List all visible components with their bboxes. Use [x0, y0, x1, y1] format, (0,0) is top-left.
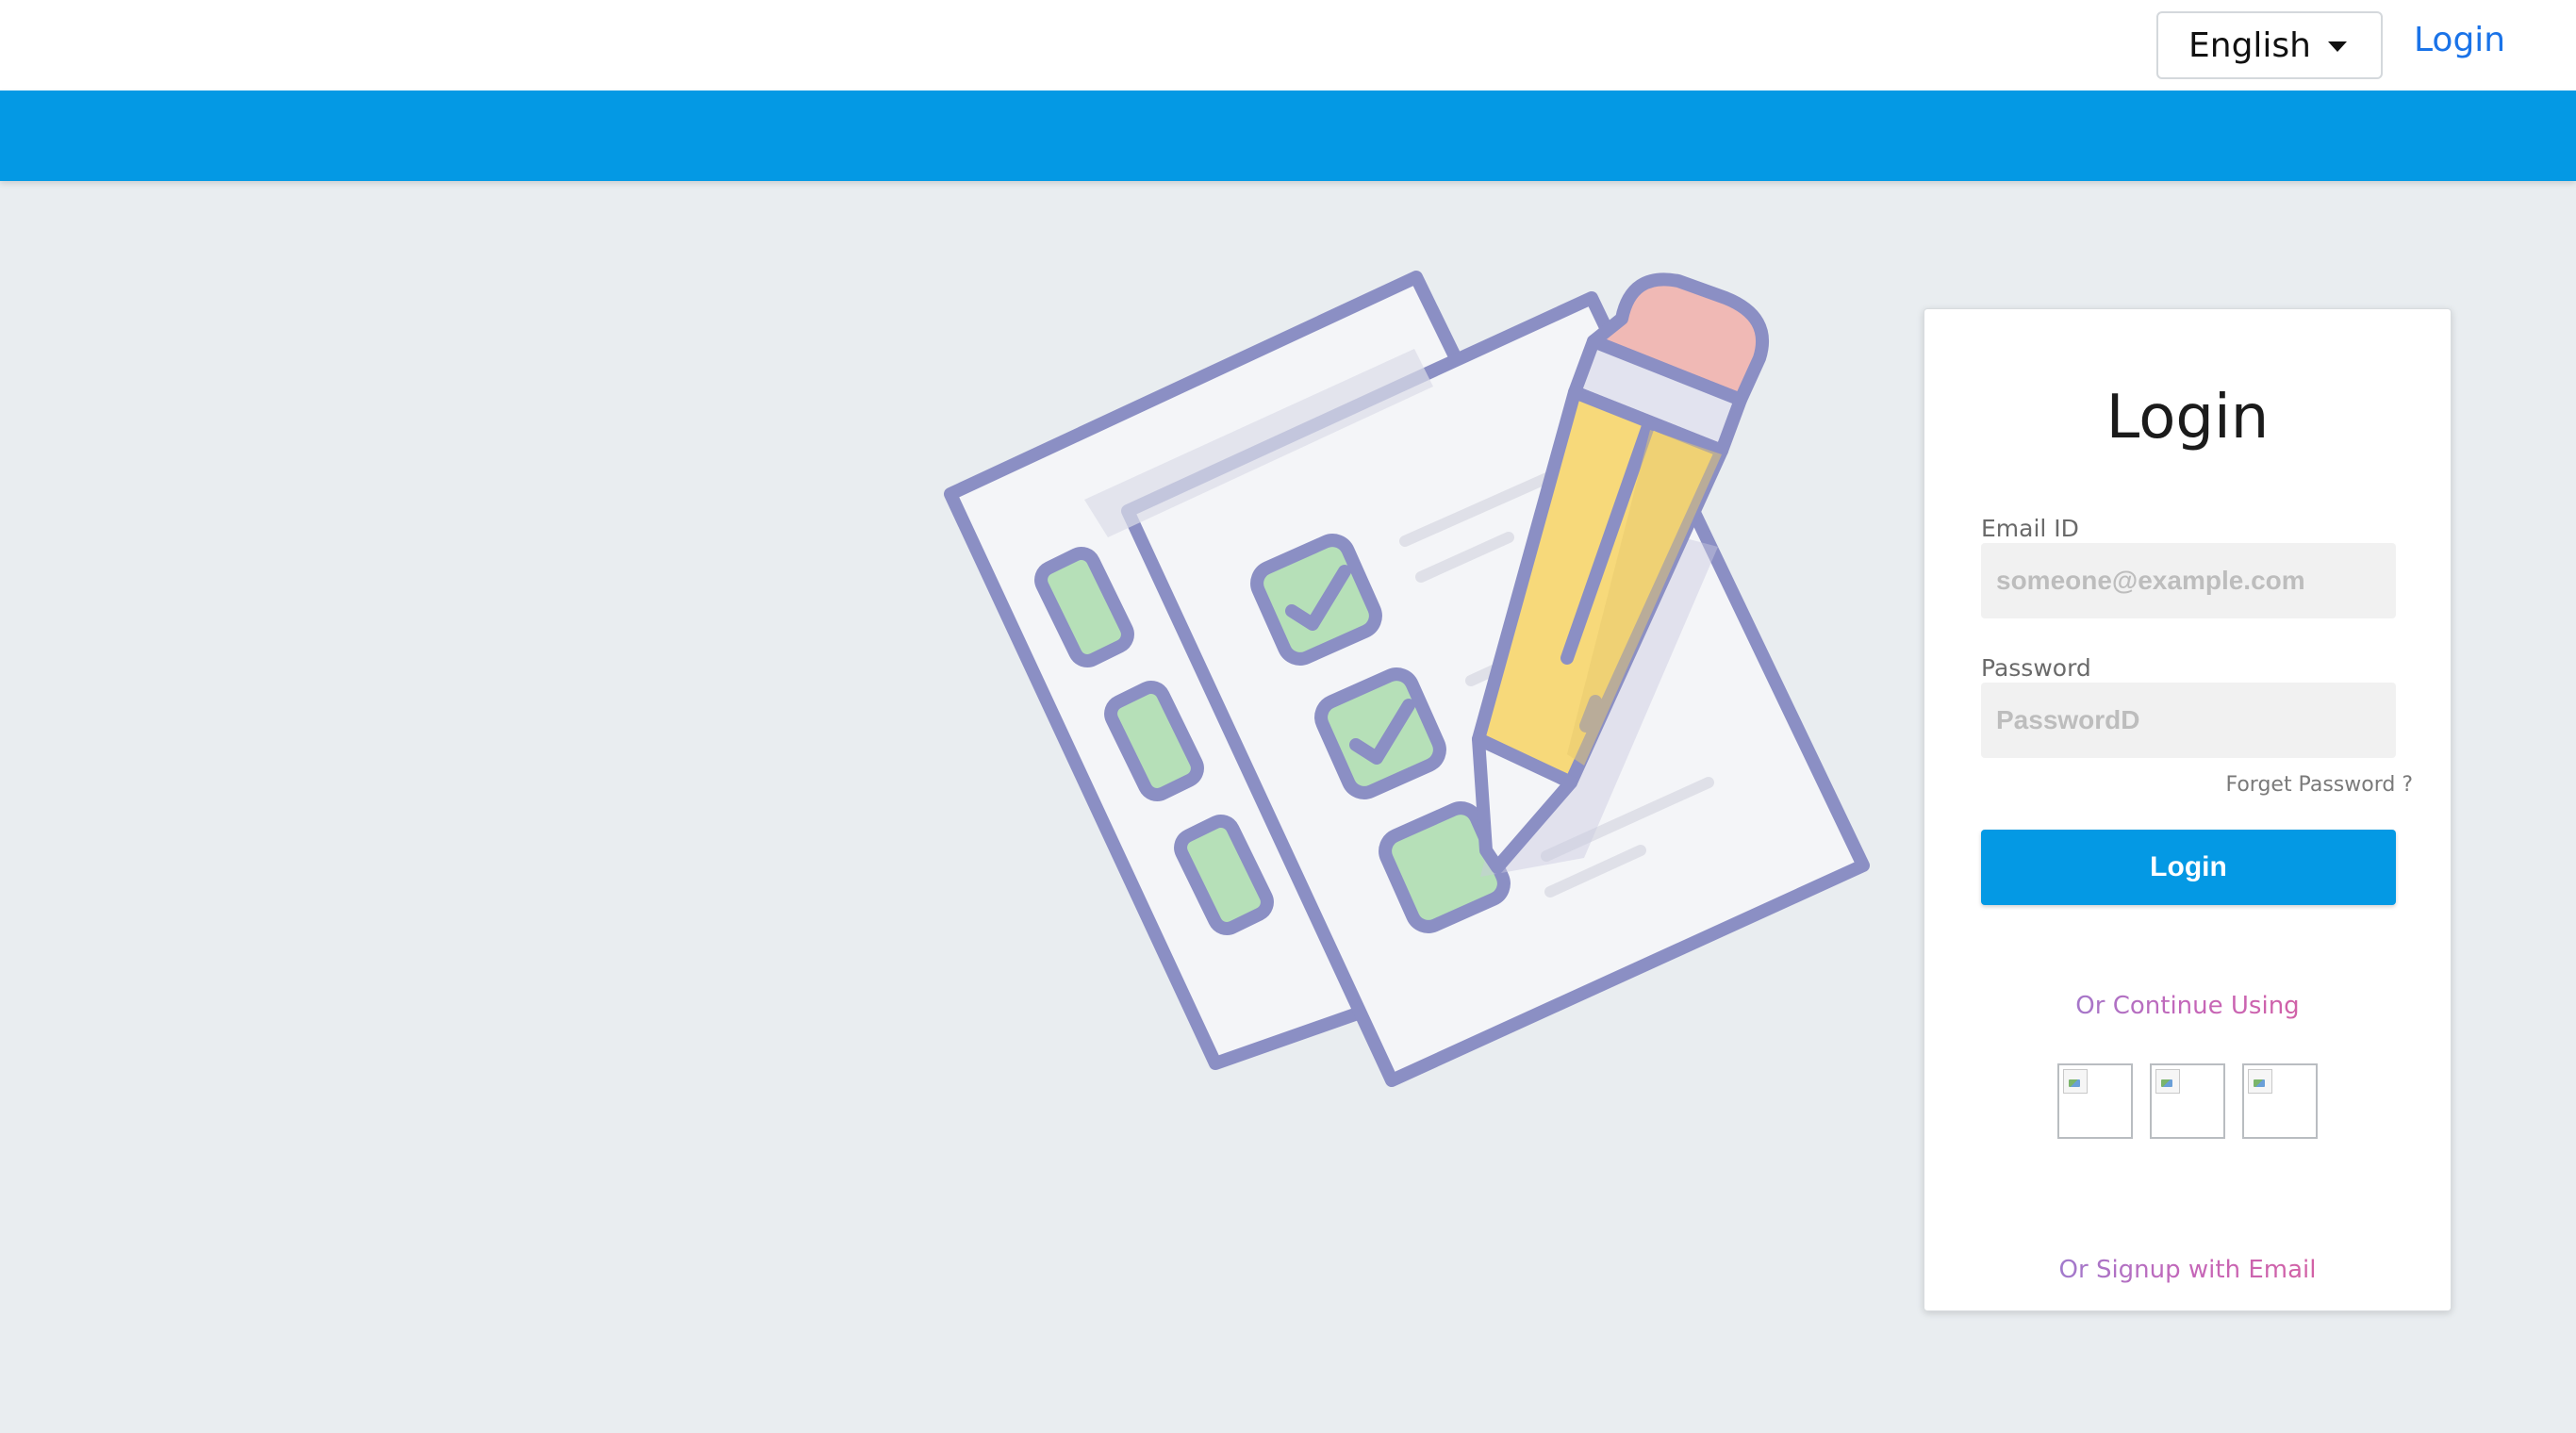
social-login-row: [1924, 1063, 2451, 1139]
header-login-link[interactable]: Login: [2414, 21, 2505, 68]
social-login-button-1[interactable]: [2057, 1063, 2133, 1139]
language-selected: English: [2188, 25, 2311, 65]
broken-image-icon: [2248, 1069, 2272, 1094]
social-login-button-3[interactable]: [2242, 1063, 2318, 1139]
email-field[interactable]: [1981, 543, 2396, 618]
language-dropdown[interactable]: English: [2156, 11, 2383, 79]
broken-image-icon: [2155, 1069, 2180, 1094]
login-title: Login: [2105, 383, 2270, 453]
forget-password-link[interactable]: Forget Password ?: [2225, 773, 2413, 797]
login-button[interactable]: Login: [1981, 830, 2396, 905]
brand-bar: [0, 91, 2576, 181]
signup-email-link[interactable]: Or Signup with Email: [1924, 1256, 2451, 1284]
social-login-button-2[interactable]: [2150, 1063, 2225, 1139]
broken-image-icon: [2063, 1069, 2088, 1094]
continue-using-text: Or Continue Using: [1924, 992, 2451, 1020]
top-navbar: English Login: [0, 0, 2576, 91]
password-field[interactable]: [1981, 683, 2396, 758]
login-card: Login Email ID Password Forget Password …: [1924, 308, 2452, 1311]
password-label: Password: [1981, 654, 2091, 682]
chevron-down-icon: [2328, 41, 2347, 52]
email-label: Email ID: [1981, 515, 2079, 542]
checklist-illustration: [944, 271, 1870, 1087]
